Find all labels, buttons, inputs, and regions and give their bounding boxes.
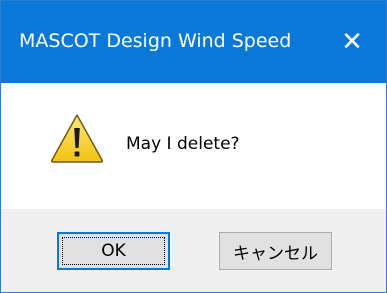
focus-ring xyxy=(62,237,165,265)
close-button[interactable]: ✕ xyxy=(318,1,386,83)
button-bar: OK キャンセル xyxy=(1,209,386,292)
window-title: MASCOT Design Wind Speed xyxy=(19,30,292,52)
warning-icon xyxy=(50,114,104,163)
cancel-button[interactable]: キャンセル xyxy=(219,232,332,270)
dialog-content: May I delete? xyxy=(1,83,386,209)
message-text: May I delete? xyxy=(126,134,240,154)
cancel-button-label: キャンセル xyxy=(233,243,318,264)
title-bar[interactable]: MASCOT Design Wind Speed ✕ xyxy=(1,1,386,83)
close-icon: ✕ xyxy=(341,27,363,57)
ok-button[interactable]: OK xyxy=(57,232,170,270)
message-dialog: MASCOT Design Wind Speed ✕ May I delete?… xyxy=(0,0,387,293)
